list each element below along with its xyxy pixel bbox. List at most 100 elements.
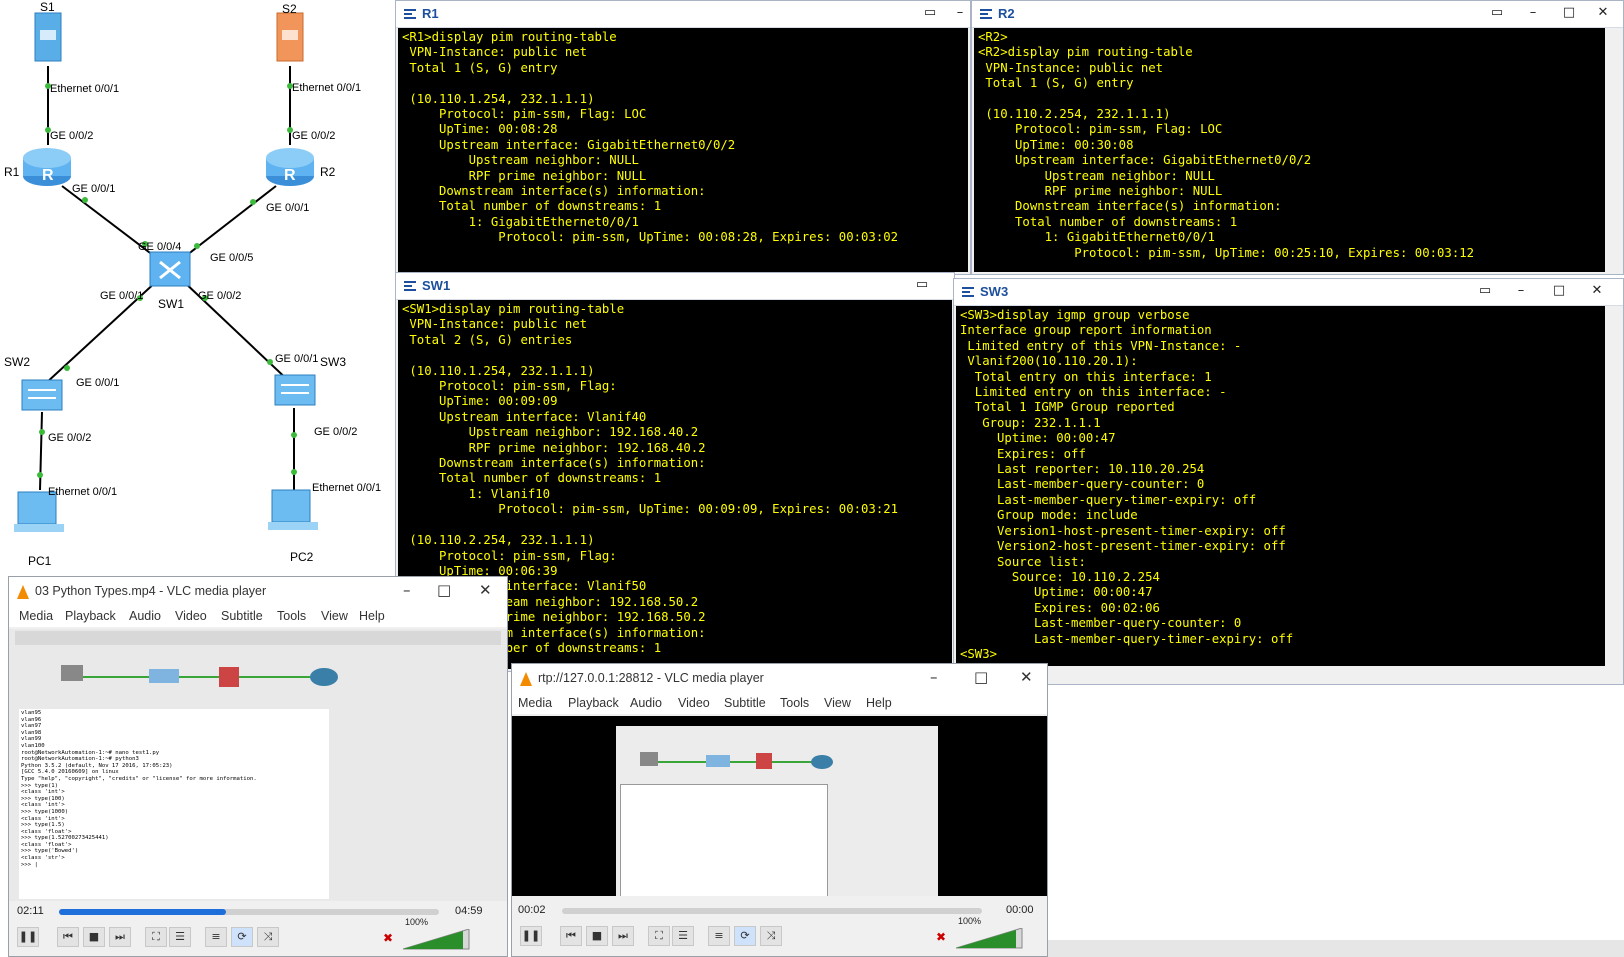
video-area[interactable]: vlan95 vlan96 vlan97 vlan98 vlan99 vlan1… [9, 629, 507, 901]
terminal-titlebar[interactable]: SW3 ▭ – □ ✕ [954, 279, 1623, 306]
port-label: Ethernet 0/0/1 [50, 83, 120, 95]
next-icon[interactable]: ⏭ [612, 926, 634, 946]
terminal-output-area[interactable]: <R2> <R2>display pim routing-table VPN-I… [974, 28, 1605, 272]
next-icon[interactable]: ⏭ [109, 927, 131, 947]
seek-bar[interactable] [562, 908, 982, 914]
scrollbar[interactable] [1607, 28, 1623, 274]
pause-icon[interactable]: ❚❚ [520, 926, 542, 946]
menu-playback[interactable]: Playback [568, 696, 619, 710]
video-topology-icon [640, 752, 833, 769]
extended-settings-icon[interactable]: ☰ [672, 926, 694, 946]
menu-subtitle[interactable]: Subtitle [221, 609, 263, 623]
previous-icon[interactable]: ⏮ [57, 927, 79, 947]
menu-help[interactable]: Help [866, 696, 892, 710]
server-s2-icon [276, 12, 304, 62]
terminal-window-r2[interactable]: R2 ▭ – □ ✕ <R2> <R2>display pim routing-… [971, 0, 1624, 275]
minimize-icon[interactable]: – [930, 668, 938, 686]
terminal-window-sw3[interactable]: SW3 ▭ – □ ✕ <SW3>display igmp group verb… [953, 278, 1624, 685]
menu-video[interactable]: Video [678, 696, 710, 710]
node-label-s1: S1 [40, 0, 55, 14]
console-icon [404, 9, 416, 19]
maximize-icon[interactable]: □ [974, 668, 988, 686]
node-label-pc2: PC2 [290, 550, 314, 564]
vlc-window-python-types[interactable]: 03 Python Types.mp4 - VLC media player –… [8, 576, 508, 957]
vlc-titlebar[interactable]: 03 Python Types.mp4 - VLC media player –… [9, 577, 507, 607]
maximize-icon[interactable]: □ [1539, 279, 1579, 305]
vlc-menubar: Media Playback Audio Video Subtitle Tool… [9, 607, 507, 627]
terminal-titlebar[interactable]: R1 ▭ – [396, 1, 970, 28]
menu-tools[interactable]: Tools [277, 609, 306, 623]
menu-playback[interactable]: Playback [65, 609, 116, 623]
port-label: GE 0/0/1 [275, 353, 319, 365]
menu-help[interactable]: Help [359, 609, 385, 623]
pause-icon[interactable]: ❚❚ [17, 927, 39, 947]
port-label: GE 0/0/1 [100, 290, 144, 302]
restore-icon[interactable]: ▭ [902, 273, 942, 299]
port-label: GE 0/0/1 [76, 377, 120, 389]
desktop-background [1048, 940, 1624, 957]
playlist-icon[interactable]: ≡ [708, 926, 730, 946]
menu-audio[interactable]: Audio [630, 696, 662, 710]
minimize-icon[interactable]: – [1513, 1, 1553, 27]
extended-settings-icon[interactable]: ☰ [169, 927, 191, 947]
vlc-controls: 02:11 04:59 ❚❚ ⏮ ■ ⏭ ⛶ ☰ ≡ ⟳ ⤨ ✖ 100% [9, 901, 507, 956]
terminal-title: SW3 [980, 284, 1009, 299]
menu-media[interactable]: Media [518, 696, 552, 710]
router-r1-icon[interactable]: R [42, 167, 54, 185]
port-label: GE 0/0/1 [72, 183, 116, 195]
fullscreen-icon[interactable]: ⛶ [648, 926, 670, 946]
minimize-icon[interactable]: – [1501, 279, 1541, 305]
loop-icon[interactable]: ⟳ [231, 927, 253, 947]
loop-icon[interactable]: ⟳ [734, 926, 756, 946]
close-icon[interactable]: ✕ [1577, 279, 1617, 305]
vlc-window-rtp[interactable]: rtp://127.0.0.1:28812 - VLC media player… [511, 663, 1048, 957]
terminal-titlebar[interactable]: SW1 ▭ [396, 273, 954, 300]
close-icon[interactable]: ✕ [1583, 1, 1623, 27]
playlist-icon[interactable]: ≡ [205, 927, 227, 947]
menu-audio[interactable]: Audio [129, 609, 161, 623]
vertical-scrollbar[interactable] [1607, 306, 1623, 668]
terminal-output-area[interactable]: <SW3>display igmp group verbose Interfac… [956, 306, 1605, 666]
fullscreen-icon[interactable]: ⛶ [145, 927, 167, 947]
shuffle-icon[interactable]: ⤨ [760, 926, 782, 946]
menu-video[interactable]: Video [175, 609, 207, 623]
close-icon[interactable]: ✕ [479, 581, 492, 599]
mute-icon[interactable]: ✖ [936, 930, 946, 944]
seek-bar[interactable] [59, 909, 439, 915]
video-area[interactable] [512, 716, 1047, 898]
terminal-titlebar[interactable]: R2 ▭ – □ ✕ [972, 1, 1623, 28]
terminal-output: <R1>display pim routing-table VPN-Instan… [402, 30, 899, 245]
node-label-sw1: SW1 [158, 297, 185, 311]
close-icon[interactable]: ✕ [1020, 668, 1033, 686]
restore-icon[interactable]: ▭ [1465, 279, 1505, 305]
volume-slider[interactable] [956, 928, 1026, 950]
maximize-icon[interactable]: □ [437, 581, 451, 599]
stop-icon[interactable]: ■ [586, 926, 608, 946]
horizontal-scrollbar[interactable] [954, 668, 1607, 684]
node-label-pc1: PC1 [28, 554, 52, 568]
menu-subtitle[interactable]: Subtitle [724, 696, 766, 710]
minimize-icon[interactable]: – [403, 581, 411, 599]
port-label: Ethernet 0/0/1 [48, 486, 118, 498]
node-label-r1: R1 [4, 165, 20, 179]
restore-icon[interactable]: ▭ [1477, 1, 1517, 27]
node-label-sw3: SW3 [320, 355, 347, 369]
terminal-window-r1[interactable]: R1 ▭ – <R1>display pim routing-table VPN… [395, 0, 971, 275]
volume-slider[interactable] [403, 929, 473, 951]
mute-icon[interactable]: ✖ [383, 931, 393, 945]
port-label: Ethernet 0/0/1 [292, 82, 362, 94]
node-label-r2: R2 [320, 165, 336, 179]
vlc-titlebar[interactable]: rtp://127.0.0.1:28812 - VLC media player… [512, 664, 1047, 694]
shuffle-icon[interactable]: ⤨ [257, 927, 279, 947]
terminal-output: <SW3>display igmp group verbose Interfac… [960, 308, 1294, 661]
video-topology-icon [61, 665, 338, 687]
previous-icon[interactable]: ⏮ [560, 926, 582, 946]
menu-tools[interactable]: Tools [780, 696, 809, 710]
menu-view[interactable]: View [824, 696, 851, 710]
topology-canvas[interactable]: S1 S2 R1 R2 R R SW1 SW2 SW3 PC1 PC2 Ethe… [0, 0, 395, 580]
menu-media[interactable]: Media [19, 609, 53, 623]
terminal-output-area[interactable]: <R1>display pim routing-table VPN-Instan… [398, 28, 968, 272]
router-r2-icon[interactable]: R [284, 167, 296, 185]
menu-view[interactable]: View [321, 609, 348, 623]
stop-icon[interactable]: ■ [83, 927, 105, 947]
